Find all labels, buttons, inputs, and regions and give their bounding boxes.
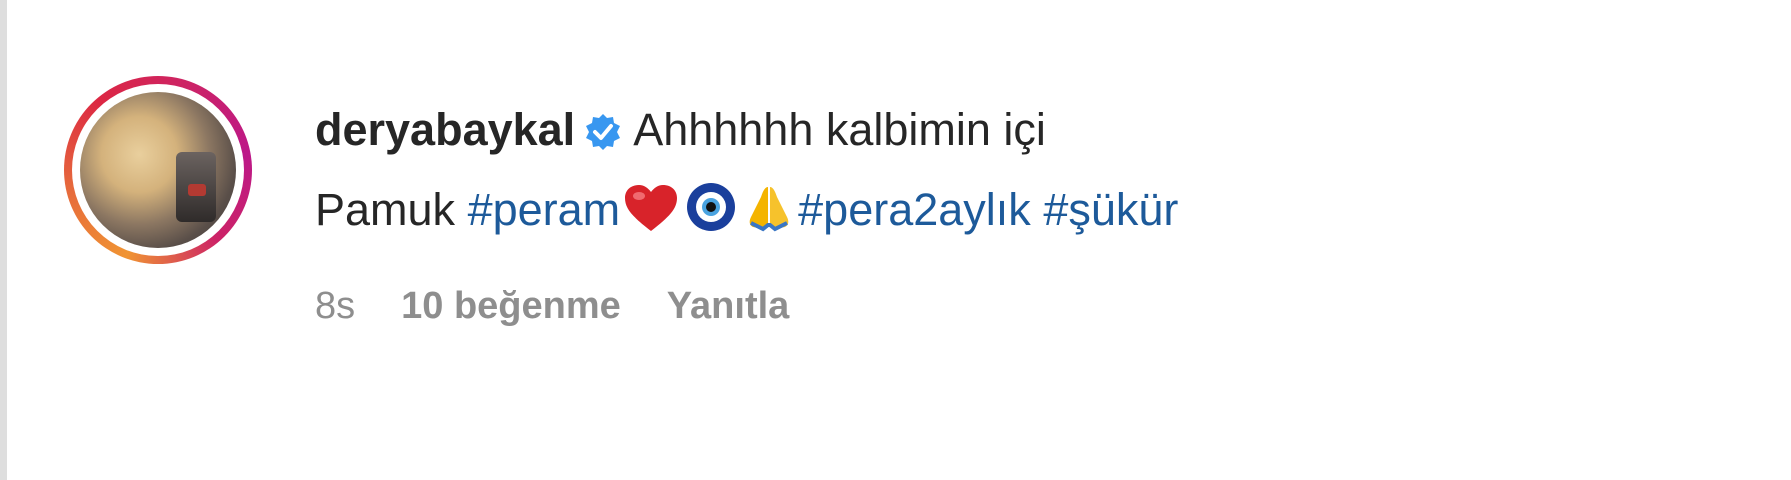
comment-text-line1: Ahhhhhh kalbimin içi (633, 104, 1046, 155)
hashtag-pera2aylik[interactable]: #pera2aylık (798, 184, 1031, 235)
hashtag-peram[interactable]: #peram (468, 184, 621, 235)
folded-hands-icon (743, 178, 795, 258)
panel-edge (0, 0, 7, 480)
avatar-photo-accent (188, 184, 206, 196)
avatar-gap (72, 84, 244, 256)
red-heart-icon (623, 178, 679, 258)
verified-badge-icon (583, 97, 623, 177)
avatar[interactable] (80, 92, 236, 248)
reply-button[interactable]: Yanıtla (667, 285, 790, 327)
comment-line-2: Pamuk #peram #pera2aylık #şükür (315, 170, 1715, 250)
comment-timestamp[interactable]: 8s (315, 285, 355, 327)
nazar-amulet-icon (685, 178, 737, 258)
comment-text: deryabaykal Ahhhhhh kalbimin içi Pamuk #… (315, 90, 1715, 250)
comment-text-prefix: Pamuk (315, 184, 468, 235)
hashtag-sukur[interactable]: #şükür (1043, 184, 1178, 235)
story-ring[interactable] (64, 76, 252, 264)
likes-count-link[interactable]: 10 beğenme (401, 285, 621, 327)
comment-line-1: deryabaykal Ahhhhhh kalbimin içi (315, 90, 1715, 170)
comment-meta: 8s 10 beğenme Yanıtla (315, 285, 835, 328)
username-link[interactable]: deryabaykal (315, 104, 575, 155)
comment: deryabaykal Ahhhhhh kalbimin içi Pamuk #… (60, 70, 1740, 410)
